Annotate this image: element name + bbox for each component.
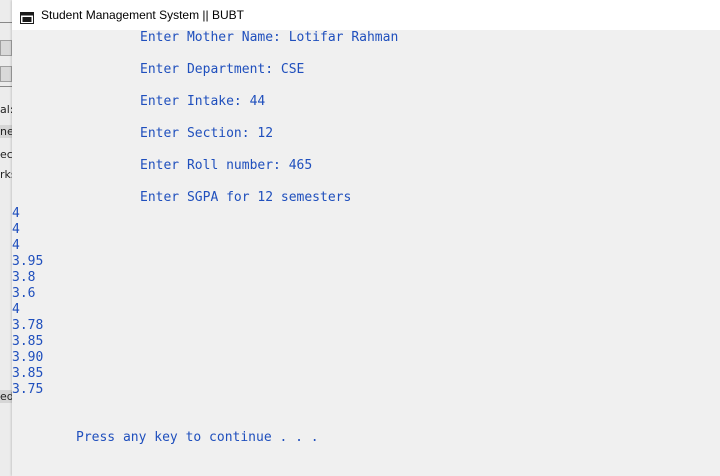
sgpa-value: 4: [12, 302, 20, 317]
title-bar[interactable]: Student Management System || BUBT: [12, 0, 720, 30]
sgpa-value: 4: [12, 206, 20, 221]
background-window-control[interactable]: [0, 40, 12, 56]
sgpa-value: 3.8: [12, 270, 36, 285]
sgpa-value: 3.85: [12, 334, 44, 349]
background-window-divider: [0, 22, 12, 23]
background-window-divider: [0, 86, 12, 87]
sgpa-value: 3.78: [12, 318, 44, 333]
sgpa-value: 4: [12, 222, 20, 237]
sgpa-value: 4: [12, 238, 20, 253]
sgpa-value: 3.90: [12, 350, 44, 365]
window-title: Student Management System || BUBT: [41, 8, 244, 22]
sgpa-value: 3.75: [12, 382, 44, 397]
background-window-text: ect: [0, 148, 12, 161]
prompt-roll-number: Enter Roll number: 465: [140, 158, 313, 173]
prompt-intake: Enter Intake: 44: [140, 94, 266, 109]
prompt-department: Enter Department: CSE: [140, 62, 305, 77]
console-window[interactable]: Student Management System || BUBT Enter …: [12, 0, 720, 476]
sgpa-value: 3.6: [12, 286, 36, 301]
sgpa-value: 3.95: [12, 254, 44, 269]
prompt-section: Enter Section: 12: [140, 126, 274, 141]
background-window-text[interactable]: ner: [0, 125, 12, 138]
prompt-sgpa: Enter SGPA for 12 semesters: [140, 190, 352, 205]
background-window-text[interactable]: ed: [0, 390, 12, 403]
press-any-key-message: Press any key to continue . . .: [76, 430, 319, 445]
console-output[interactable]: Enter Mother Name: Lotifar Rahman Enter …: [12, 30, 720, 476]
background-window-text: rks: [0, 168, 12, 181]
background-window-text: al:: [0, 103, 12, 116]
console-app-icon[interactable]: [20, 9, 34, 24]
background-window-control[interactable]: [0, 66, 12, 82]
screen: al: ner ect rks ed Student Management Sy…: [0, 0, 720, 476]
sgpa-value: 3.85: [12, 366, 44, 381]
prompt-mother-name: Enter Mother Name: Lotifar Rahman: [140, 30, 399, 45]
